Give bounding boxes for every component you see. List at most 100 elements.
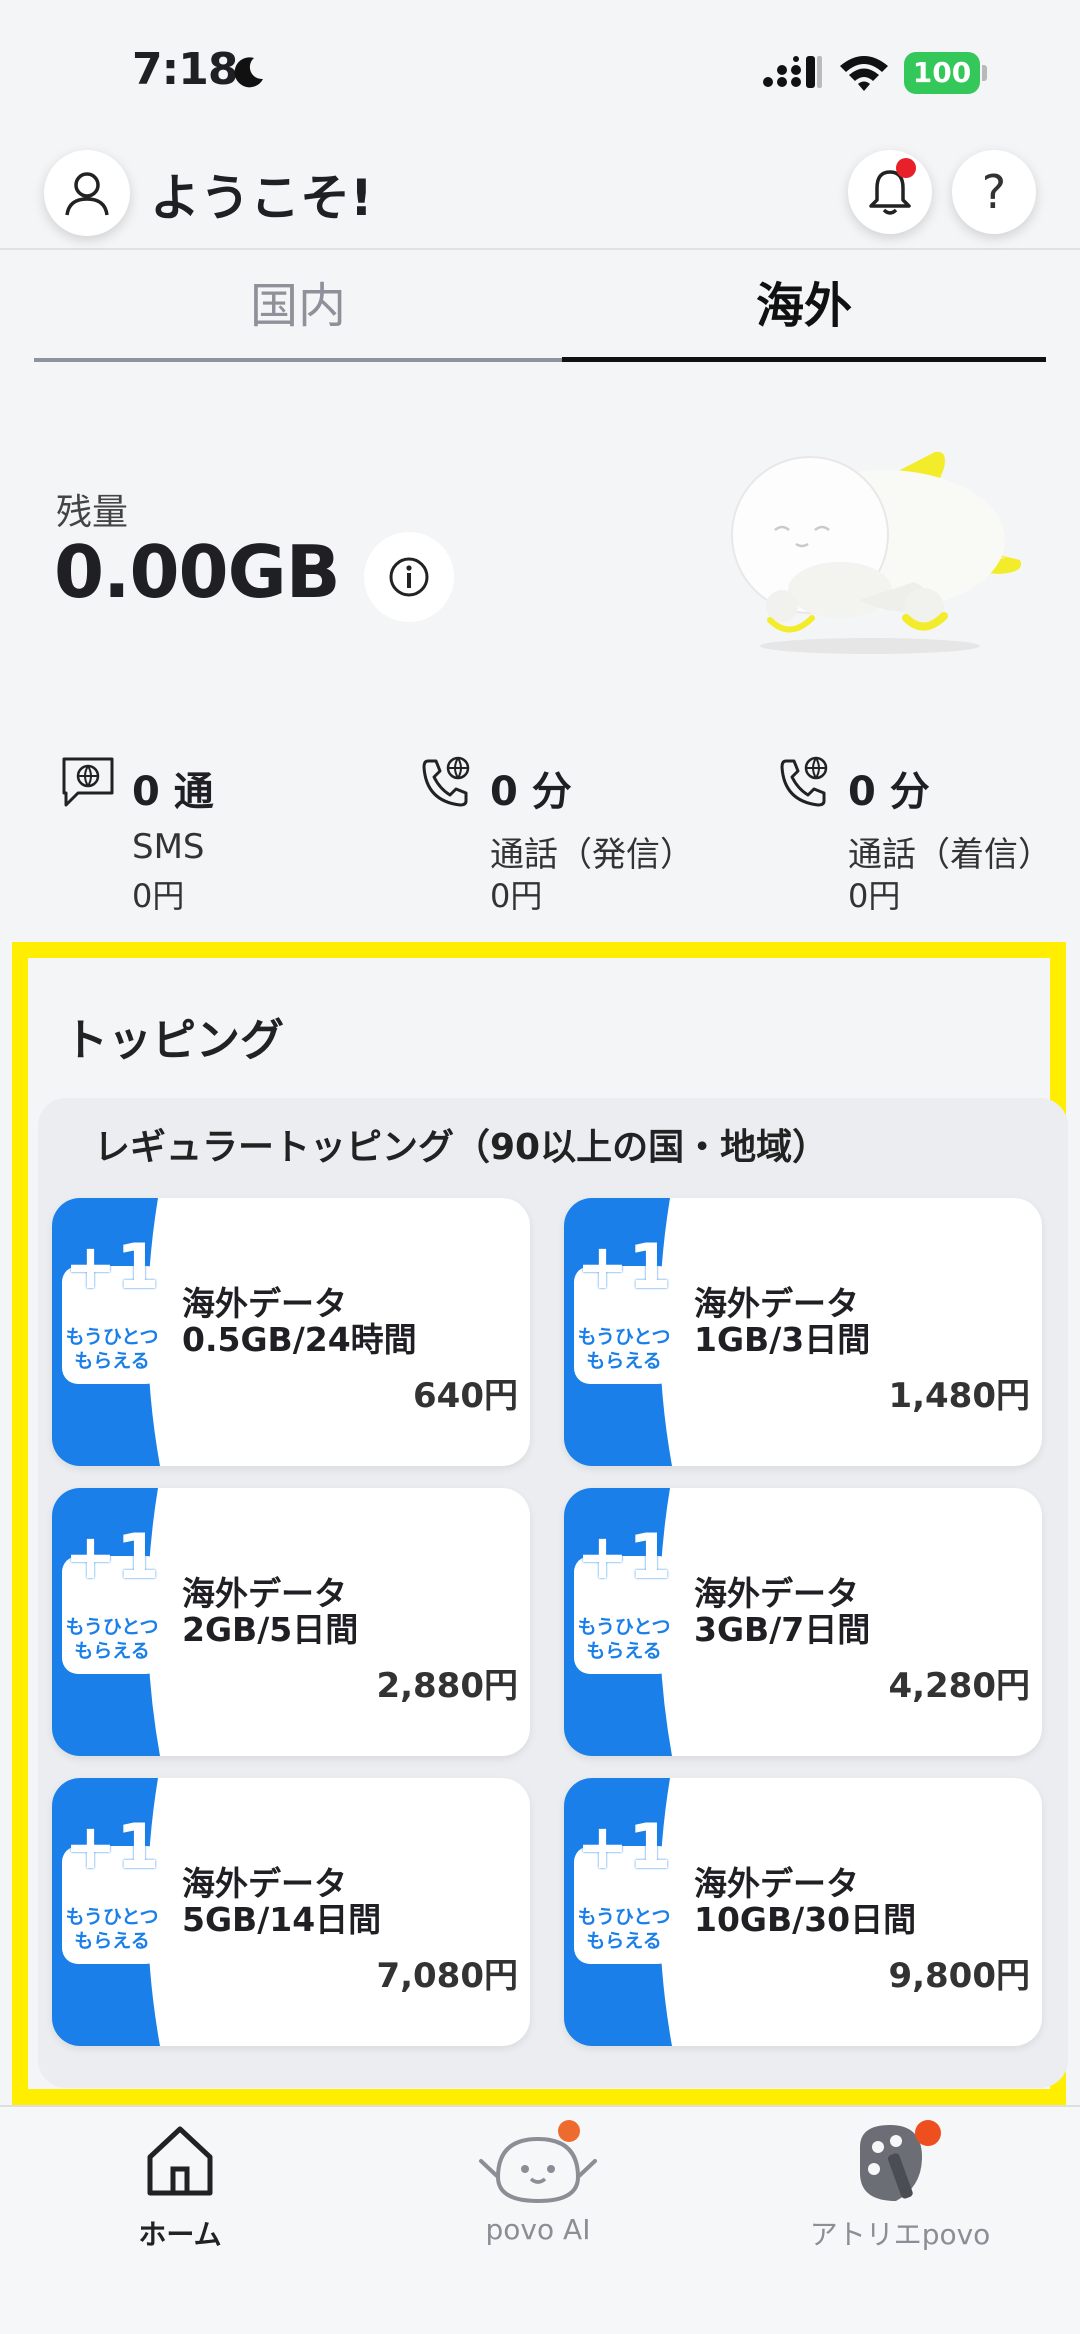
remaining-value: 0.00GB [54,530,341,614]
status-bar: 7:18 100 [0,0,1080,140]
topping-card[interactable]: +1 もうひとつ もらえる 海外データ 3GB/7日間 4,280円 [564,1488,1042,1756]
topping-price: 2,880円 [376,1666,518,1706]
airplane-mascot-illustration [731,451,1022,654]
topping-name: 海外データ 0.5GB/24時間 [182,1286,417,1358]
badge-line1: もうひとつ [65,1906,159,1928]
usage-call-outgoing: 0 分 通話（発信） 0円 [418,755,748,915]
nav-atelier-label: アトリエpovo [809,2218,991,2251]
phone-globe-icon [422,756,470,807]
wifi-icon [840,56,888,91]
regular-topping-panel: レギュラートッピング（90以上の国・地域） +1 もうひとつ もらえる 海外データ 0.… [38,1098,1068,2088]
badge-line2: もらえる [586,1350,662,1372]
bottom-navigation: ホーム povo AI アトリエpovo [0,2105,1080,2334]
home-icon [147,2126,213,2196]
topping-price: 640円 [413,1376,518,1416]
usage-call-incoming: 0 分 通話（着信） 0円 [776,755,1080,915]
help-icon: ? [981,165,1007,219]
plus-one-badge: +1 もうひとつ もらえる [62,1520,162,1674]
topping-price: 9,800円 [888,1956,1030,1996]
plus-one-badge: +1 もうひとつ もらえる [574,1230,674,1384]
tab-domestic[interactable]: 国内 [34,250,562,362]
call-out-price: 0円 [490,877,543,915]
badge-line1: もうひとつ [577,1616,671,1638]
badge-line1: もうひとつ [577,1906,671,1928]
topping-card[interactable]: +1 もうひとつ もらえる 海外データ 0.5GB/24時間 640円 [52,1198,530,1466]
badge-plus: +1 [64,1230,160,1303]
help-button[interactable]: ? [952,150,1036,234]
badge-line2: もらえる [74,1350,150,1372]
badge-plus: +1 [576,1520,672,1593]
call-in-label: 通話（着信） [848,835,1052,875]
welcome-title: ようこそ! [150,169,373,227]
topping-name-line2: 1GB/3日間 [694,1320,871,1359]
call-out-minutes: 0 分 [490,769,572,815]
badge-line2: もらえる [74,1640,150,1662]
topping-name-line2: 10GB/30日間 [694,1900,917,1939]
topping-name-line1: 海外データ [694,1574,859,1613]
topping-name-line1: 海外データ [182,1284,347,1323]
badge-line2: もらえる [586,1640,662,1662]
sms-count: 0 通 [132,769,214,815]
regular-topping-title: レギュラートッピング（90以上の国・地域） [94,1127,829,1168]
topping-name-line1: 海外データ [182,1864,347,1903]
nav-povo-ai-label: povo AI [485,2213,591,2246]
topping-name-line2: 5GB/14日間 [182,1900,382,1939]
badge-line1: もうひとつ [577,1326,671,1348]
tab-overseas[interactable]: 海外 [562,250,1046,362]
topping-section: トッピング レギュラートッピング（90以上の国・地域） +1 もうひとつ もらえる海… [12,942,1068,2105]
badge-line2: もらえる [74,1930,150,1952]
topping-card[interactable]: +1 もうひとつ もらえる 海外データ 2GB/5日間 2,880円 [52,1488,530,1756]
badge-plus: +1 [64,1810,160,1883]
topping-card[interactable]: +1 もうひとつ もらえる 海外データ 10GB/30日間 9,800円 [564,1778,1042,2046]
topping-price: 1,480円 [888,1376,1030,1416]
badge-plus: +1 [64,1520,160,1593]
topping-name-line1: 海外データ [182,1574,347,1613]
plus-one-badge: +1 もうひとつ もらえる [574,1520,674,1674]
app-header: ようこそ! ? [0,140,1080,250]
sms-label: SMS [132,827,205,867]
call-in-minutes: 0 分 [848,769,930,815]
plus-one-badge: +1 もうひとつ もらえる [62,1810,162,1964]
info-button[interactable] [364,532,454,622]
topping-price: 4,280円 [888,1666,1030,1706]
topping-name: 海外データ 10GB/30日間 [694,1866,916,1938]
nav-home-label: ホーム [138,2218,222,2251]
badge-line2: もらえる [586,1930,662,1952]
nav-atelier-povo[interactable]: アトリエpovo [740,2117,1060,2317]
topping-name: 海外データ 2GB/5日間 [182,1576,358,1648]
topping-name-line1: 海外データ [694,1284,859,1323]
topping-card[interactable]: +1 もうひとつ もらえる 海外データ 5GB/14日間 7,080円 [52,1778,530,2046]
topping-name-line2: 3GB/7日間 [694,1610,871,1649]
sms-globe-icon [62,757,114,807]
palette-icon [860,2120,941,2201]
plus-one-badge: +1 もうひとつ もらえる [62,1230,162,1384]
badge-line1: もうひとつ [65,1616,159,1638]
topping-name-line1: 海外データ [694,1864,859,1903]
notification-dot [896,158,916,178]
nav-povo-ai[interactable]: povo AI [378,2117,698,2317]
avatar-button[interactable] [44,150,130,236]
badge-plus: +1 [576,1230,672,1303]
app-screen: 7:18 100 ようこそ! ? 国内 海外 残量 0.00GB 0 通 SMS… [0,0,1080,2334]
topping-name: 海外データ 1GB/3日間 [694,1286,870,1358]
topping-card[interactable]: +1 もうひとつ もらえる 海外データ 1GB/3日間 1,480円 [564,1198,1042,1466]
cellular-signal-icon [763,56,822,88]
notification-button[interactable] [848,150,932,234]
usage-sms: 0 通 SMS 0円 [60,755,390,915]
topping-title: トッピング [64,1015,284,1066]
battery-cap [982,65,987,81]
badge-plus: +1 [576,1810,672,1883]
topping-price: 7,080円 [376,1956,518,1996]
user-icon [65,172,109,216]
moon-icon [234,57,263,88]
battery-indicator: 100 [904,52,988,94]
nav-home[interactable]: ホーム [20,2117,340,2317]
call-in-price: 0円 [848,877,901,915]
sms-price: 0円 [132,877,185,915]
topping-name: 海外データ 5GB/14日間 [182,1866,381,1938]
remaining-label: 残量 [56,492,129,533]
info-icon [389,557,429,597]
badge-line1: もうひとつ [65,1326,159,1348]
topping-name: 海外データ 3GB/7日間 [694,1576,870,1648]
topping-name-line2: 0.5GB/24時間 [182,1320,417,1359]
